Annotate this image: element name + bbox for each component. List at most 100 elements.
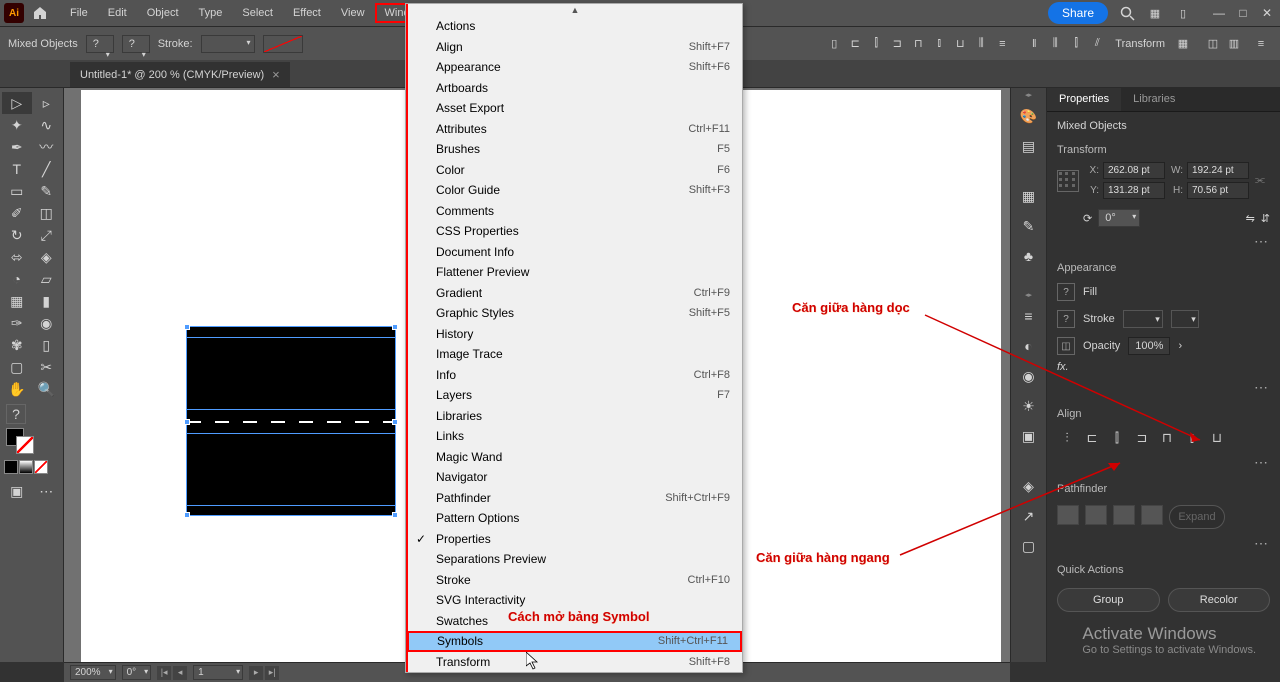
edit-icon[interactable]: ▥ [1225,35,1243,53]
window-menu-item-pathfinder[interactable]: PathfinderShift+Ctrl+F9 [406,488,742,509]
window-menu-item-attributes[interactable]: AttributesCtrl+F11 [406,119,742,140]
gradient-tool[interactable]: ▮ [32,290,62,312]
pen-tool[interactable]: ✒ [2,136,32,158]
none-swatch[interactable] [34,460,48,474]
prev-artboard-button[interactable]: ◂ [173,666,187,680]
transform-more[interactable]: ⋯ [1057,233,1270,250]
color-panel-icon[interactable]: 🎨 [1017,104,1041,128]
window-menu-item-asset-export[interactable]: Asset Export [406,98,742,119]
color-guide-panel-icon[interactable]: ▤ [1017,134,1041,158]
stroke-profile[interactable] [263,35,303,53]
artboard-nav-dropdown[interactable]: 1 [193,665,243,680]
window-menu-item-properties[interactable]: Properties [406,529,742,550]
window-menu-item-flattener-preview[interactable]: Flattener Preview [406,262,742,283]
scale-tool[interactable]: ⤢ [32,224,62,246]
shaper-tool[interactable]: ✐ [2,202,32,224]
panel-grip[interactable]: ◂▸ [1017,94,1041,98]
search-icon[interactable] [1118,4,1136,22]
rotate-view-dropdown[interactable]: 0° [122,665,152,680]
align-vcenter-icon[interactable]: ⫾ [930,35,948,53]
mesh-tool[interactable]: ▦ [2,290,32,312]
distribute-3-icon[interactable]: ⫿ [1067,35,1085,53]
selected-object[interactable] [186,326,396,516]
eraser-tool[interactable]: ◫ [32,202,62,224]
width-tool[interactable]: ⬄ [2,246,32,268]
swatches-panel-icon[interactable]: ▦ [1017,184,1041,208]
graph-tool[interactable]: ▯ [32,334,62,356]
rotate-tool[interactable]: ↻ [2,224,32,246]
menu-file[interactable]: File [60,3,98,23]
window-menu-item-color[interactable]: ColorF6 [406,160,742,181]
window-menu-item-navigator[interactable]: Navigator [406,467,742,488]
stroke-color-dropdown[interactable]: ? [122,35,150,53]
menu-object[interactable]: Object [137,3,189,23]
perspective-tool[interactable]: ▱ [32,268,62,290]
distribute-h-icon[interactable]: ⫼ [972,35,990,53]
window-menu-item-magic-wand[interactable]: Magic Wand [406,447,742,468]
align-hcenter-icon[interactable]: ⫿ [867,35,885,53]
window-menu-item-color-guide[interactable]: Color GuideShift+F3 [406,180,742,201]
window-menu-item-layers[interactable]: LayersF7 [406,385,742,406]
window-menu-item-gradient[interactable]: GradientCtrl+F9 [406,283,742,304]
window-menu-item-history[interactable]: History [406,324,742,345]
window-menu-item-image-trace[interactable]: Image Trace [406,344,742,365]
h-input[interactable]: 70.56 pt [1187,182,1249,199]
symbols-panel-icon[interactable]: ♣ [1017,244,1041,268]
window-menu-item-separations-preview[interactable]: Separations Preview [406,549,742,570]
window-menu-item-appearance[interactable]: AppearanceShift+F6 [406,57,742,78]
direct-selection-tool[interactable]: ▹ [32,92,62,114]
w-input[interactable]: 192.24 pt [1187,162,1249,179]
fill-dropdown[interactable]: ? [86,35,114,53]
arrange-documents-2-icon[interactable]: ▯ [1174,4,1192,22]
window-menu-item-links[interactable]: Links [406,426,742,447]
reference-point[interactable] [1057,170,1079,192]
window-menu-item-stroke[interactable]: StrokeCtrl+F10 [406,570,742,591]
next-artboard-button[interactable]: ▸ [249,666,263,680]
color-swatch[interactable] [4,460,18,474]
edit-toolbar[interactable]: ⋯ [32,480,62,502]
tab-close-icon[interactable]: × [272,67,280,82]
home-icon[interactable] [30,3,50,23]
stroke-swatch[interactable] [16,436,34,454]
isolate-icon[interactable]: ◫ [1204,35,1222,53]
brushes-panel-icon[interactable]: ✎ [1017,214,1041,238]
artboard-tool[interactable]: ▢ [2,356,32,378]
type-tool[interactable]: T [2,158,32,180]
line-tool[interactable]: ╱ [32,158,62,180]
window-menu-item-comments[interactable]: Comments [406,201,742,222]
menu-select[interactable]: Select [232,3,283,23]
group-button[interactable]: Group [1057,588,1160,612]
share-button[interactable]: Share [1048,2,1108,24]
close-button[interactable]: ✕ [1258,6,1276,20]
selection-tool[interactable]: ▷ [2,92,32,114]
magic-wand-tool[interactable]: ✦ [2,114,32,136]
arrange-documents-icon[interactable]: ▦ [1146,4,1164,22]
screen-mode-tool[interactable]: ▣ [2,480,32,502]
align-icon[interactable]: ▯ [825,35,843,53]
window-menu-item-pattern-options[interactable]: Pattern Options [406,508,742,529]
window-menu-item-info[interactable]: InfoCtrl+F8 [406,365,742,386]
preferences-icon[interactable]: ≡ [1250,35,1272,53]
y-input[interactable]: 131.28 pt [1103,182,1165,199]
align-top-icon[interactable]: ⊓ [909,35,927,53]
lock-aspect-icon[interactable]: ⫘ [1255,174,1265,187]
maximize-button[interactable]: □ [1234,6,1252,20]
first-artboard-button[interactable]: |◂ [157,666,171,680]
window-menu-item-actions[interactable]: Actions [406,16,742,37]
rectangle-tool[interactable]: ▭ [2,180,32,202]
tab-properties[interactable]: Properties [1047,88,1121,111]
lasso-tool[interactable]: ∿ [32,114,62,136]
distribute-2-icon[interactable]: ⫼ [1046,35,1064,53]
menu-view[interactable]: View [331,3,375,23]
window-menu-item-css-properties[interactable]: CSS Properties [406,221,742,242]
hand-tool[interactable]: ✋ [2,378,32,400]
slice-tool[interactable]: ✂ [32,356,62,378]
dropdown-scroll-up-icon[interactable]: ▲ [406,4,742,16]
gradient-swatch[interactable] [19,460,33,474]
flip-h-icon[interactable]: ⇋ [1246,212,1255,225]
zoom-tool[interactable]: 🔍 [32,378,62,400]
distribute-4-icon[interactable]: ⫽ [1088,35,1106,53]
symbol-sprayer-tool[interactable]: ✾ [2,334,32,356]
paintbrush-tool[interactable]: ✎ [32,180,62,202]
window-menu-item-graphic-styles[interactable]: Graphic StylesShift+F5 [406,303,742,324]
